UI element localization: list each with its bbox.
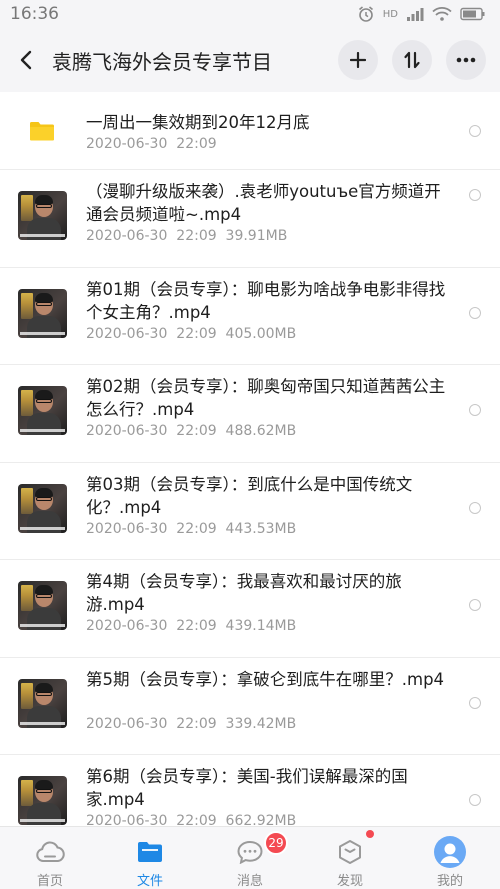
- select-radio[interactable]: [469, 794, 481, 806]
- sort-icon: [404, 51, 420, 69]
- network-hd-label: HD: [382, 8, 398, 20]
- tab-files[interactable]: 文件: [100, 827, 200, 889]
- tab-label: 发现: [336, 874, 363, 889]
- file-name: 第03期（会员专享）：到底什么是中国传统文化？.mp4: [86, 474, 413, 517]
- sort-button[interactable]: [392, 40, 432, 80]
- file-size: 443.53MB: [225, 520, 297, 537]
- file-size: 662.92MB: [225, 813, 297, 826]
- file-size: 405.00MB: [225, 325, 297, 342]
- file-name: 第4期（会员专享）：我最喜欢和最讨厌的旅游.mp4: [86, 572, 402, 614]
- file-row[interactable]: 第01期（会员专享）：聊电影为啥战争电影非得找个女主角？.mp4 2020-06…: [0, 268, 500, 365]
- file-date: 2020-06-30: [86, 813, 168, 826]
- file-row[interactable]: （漫聊升级版来袭）.袁老师youtuъe官方频道开通会员频道啦~.mp4 202…: [0, 170, 500, 268]
- tab-label: 文件: [136, 874, 163, 889]
- file-date: 2020-06-30: [86, 325, 168, 342]
- video-thumbnail: [18, 483, 67, 533]
- file-meta: 2020-06-30 22:09 443.53MB: [86, 521, 296, 537]
- file-name: 第5期（会员专享）：拿破仑到底牛在哪里？.mp4: [86, 669, 445, 689]
- file-name: 一周出一集效期到20年12月底: [86, 113, 310, 132]
- file-row[interactable]: 第02期（会员专享）：聊奥匈帝国只知道茜茜公主怎么行？.mp4 2020-06-…: [0, 365, 500, 463]
- file-meta: 2020-06-30 22:09: [86, 136, 217, 152]
- file-date: 2020-06-30: [86, 228, 168, 244]
- file-time: 22:09: [176, 715, 217, 732]
- file-list: 一周出一集效期到20年12月底 2020-06-30 22:09 （漫聊升级版来…: [0, 92, 500, 826]
- file-name: 第01期（会员专享）：聊电影为啥战争电影非得找个女主角？.mp4: [86, 279, 446, 322]
- select-radio[interactable]: [469, 189, 481, 201]
- file-row[interactable]: 第03期（会员专享）：到底什么是中国传统文化？.mp4 2020-06-30 2…: [0, 463, 500, 560]
- header: 袁腾飞海外会员专享节目: [0, 28, 500, 92]
- file-meta: 2020-06-30 22:09 405.00MB: [86, 326, 296, 342]
- avatar-icon: [433, 836, 467, 868]
- plus-icon: [350, 52, 366, 68]
- video-thumbnail: [18, 386, 67, 435]
- folder-icon: [133, 837, 167, 867]
- select-radio[interactable]: [469, 501, 481, 514]
- select-radio[interactable]: [469, 125, 481, 137]
- chat-icon: [233, 837, 267, 867]
- folder-row[interactable]: 一周出一集效期到20年12月底 2020-06-30 22:09: [0, 92, 500, 170]
- bottom-tab-bar: 首页 文件 消息 发现 我的: [0, 826, 500, 889]
- tab-home[interactable]: 首页: [0, 827, 100, 889]
- file-date: 2020-06-30: [86, 618, 168, 634]
- video-thumbnail: [18, 191, 67, 240]
- battery-icon: [460, 7, 486, 21]
- cloud-icon: [33, 837, 67, 867]
- discover-icon: [333, 837, 367, 867]
- tab-discover[interactable]: 发现: [300, 827, 400, 889]
- discover-notification-dot: [366, 830, 374, 838]
- status-icons: HD: [357, 5, 486, 23]
- file-time: 22:09: [176, 228, 217, 244]
- file-name: 第6期（会员专享）：美国-我们误解最深的国家.mp4: [86, 767, 408, 809]
- alarm-icon: [357, 5, 375, 23]
- file-date: 2020-06-30: [86, 520, 168, 537]
- file-row[interactable]: 第4期（会员专享）：我最喜欢和最讨厌的旅游.mp4 2020-06-30 22:…: [0, 560, 500, 658]
- file-meta: 2020-06-30 22:09 39.91MB: [86, 228, 287, 244]
- select-radio[interactable]: [469, 696, 481, 709]
- video-thumbnail: [18, 288, 67, 338]
- more-button[interactable]: [446, 40, 486, 80]
- tab-label: 我的: [436, 874, 463, 889]
- file-date: 2020-06-30: [86, 423, 168, 439]
- file-time: 22:09: [176, 618, 217, 634]
- file-size: 488.62MB: [225, 423, 297, 439]
- file-name: （漫聊升级版来袭）.袁老师youtuъe官方频道开通会员频道啦~.mp4: [86, 182, 441, 224]
- file-time: 22:09: [176, 520, 217, 537]
- video-thumbnail: [18, 776, 67, 825]
- page-title: 袁腾飞海外会员专享节目: [52, 49, 272, 74]
- tab-profile[interactable]: 我的: [400, 827, 500, 889]
- back-button[interactable]: [0, 28, 52, 92]
- file-date: 2020-06-30: [86, 136, 168, 152]
- file-size: 39.91MB: [225, 228, 288, 244]
- file-time: 22:09: [176, 423, 217, 439]
- signal-icon: [406, 6, 424, 22]
- file-row[interactable]: 第5期（会员专享）：拿破仑到底牛在哪里？.mp4 2020-06-30 22:0…: [0, 658, 500, 755]
- more-dots-icon: [456, 57, 476, 63]
- file-meta: 2020-06-30 22:09 339.42MB: [86, 716, 296, 732]
- file-row[interactable]: 第6期（会员专享）：美国-我们误解最深的国家.mp4 2020-06-30 22…: [0, 755, 500, 826]
- status-time: 16:36: [10, 4, 59, 24]
- file-date: 2020-06-30: [86, 715, 168, 732]
- file-size: 439.14MB: [225, 618, 297, 634]
- video-thumbnail: [18, 678, 67, 728]
- status-bar: 16:36 HD: [0, 0, 500, 28]
- file-time: 22:09: [176, 813, 217, 826]
- file-name: 第02期（会员专享）：聊奥匈帝国只知道茜茜公主怎么行？.mp4: [86, 377, 446, 419]
- folder-icon: [30, 122, 54, 141]
- tab-label: 首页: [36, 874, 63, 889]
- tab-label: 消息: [236, 874, 263, 889]
- chevron-left-icon: [20, 50, 32, 70]
- file-time: 22:09: [176, 325, 217, 342]
- select-radio[interactable]: [469, 306, 481, 319]
- file-meta: 2020-06-30 22:09 488.62MB: [86, 423, 296, 439]
- file-meta: 2020-06-30 22:09 439.14MB: [86, 618, 296, 634]
- file-time: 22:09: [176, 136, 217, 152]
- video-thumbnail: [18, 581, 67, 630]
- select-radio[interactable]: [469, 404, 481, 416]
- file-size: 339.42MB: [225, 715, 297, 732]
- select-radio[interactable]: [469, 599, 481, 611]
- wifi-icon: [432, 6, 452, 22]
- file-meta: 2020-06-30 22:09 662.92MB: [86, 813, 296, 826]
- add-button[interactable]: [338, 40, 378, 80]
- message-count-badge: 29: [264, 831, 288, 855]
